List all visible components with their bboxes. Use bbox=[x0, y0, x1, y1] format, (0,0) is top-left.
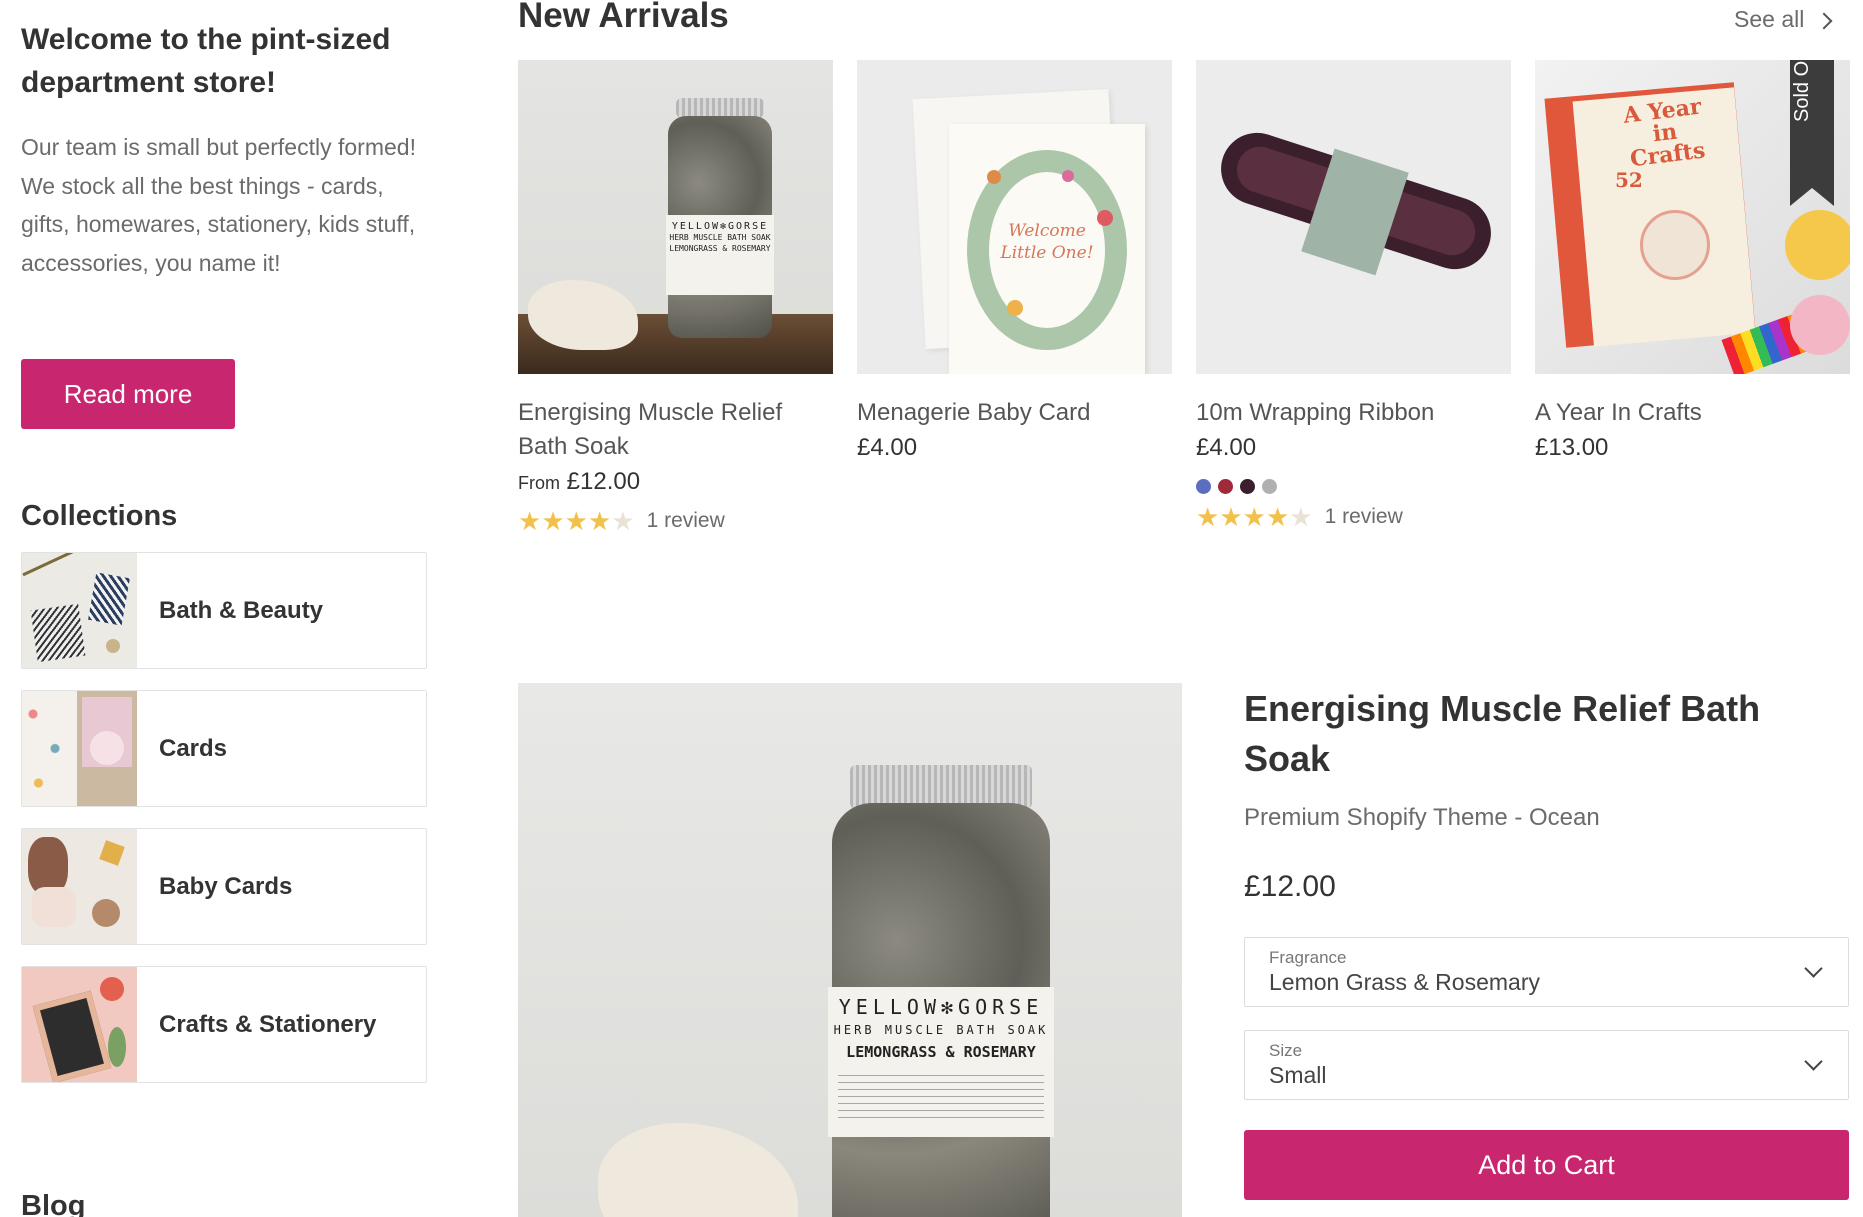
size-select[interactable]: Size Small bbox=[1244, 1030, 1849, 1100]
product-card[interactable]: YELLOW✻GORSE HERB MUSCLE BATH SOAK LEMON… bbox=[518, 60, 833, 534]
collection-label: Bath & Beauty bbox=[159, 596, 324, 624]
collection-crafts-stationery[interactable]: Crafts & Stationery bbox=[21, 966, 427, 1083]
card-script: Welcome Little One! bbox=[1000, 221, 1094, 263]
new-arrivals-heading: New Arrivals bbox=[518, 0, 729, 35]
color-swatch[interactable] bbox=[1196, 479, 1211, 494]
see-all-link[interactable]: See all bbox=[1734, 6, 1833, 33]
star-filled-icon: ★ bbox=[1265, 502, 1290, 532]
product-price: £4.00 bbox=[857, 434, 918, 461]
price-prefix: From bbox=[518, 473, 560, 493]
product-price: £4.00 bbox=[1196, 434, 1257, 461]
jar-label-line: HERB MUSCLE BATH SOAK bbox=[669, 233, 771, 242]
collection-bath-beauty[interactable]: Bath & Beauty bbox=[21, 552, 427, 669]
chevron-down-icon bbox=[1804, 959, 1823, 978]
product-name[interactable]: Energising Muscle Relief Bath Soak bbox=[518, 396, 833, 464]
collection-baby-cards[interactable]: Baby Cards bbox=[21, 828, 427, 945]
star-filled-icon: ★ bbox=[541, 506, 565, 536]
product-name[interactable]: A Year In Crafts bbox=[1535, 396, 1850, 430]
intro-text: Our team is small but perfectly formed! … bbox=[21, 134, 416, 276]
chevron-right-icon bbox=[1815, 12, 1833, 30]
product-card[interactable]: 10m Wrapping Ribbon £4.00 ★ ★ ★ ★ ★ 1 review bbox=[1196, 60, 1511, 530]
welcome-heading: Welcome to the pint-sized department sto… bbox=[21, 23, 391, 99]
product-card[interactable]: Welcome Little One! Menagerie Baby Card … bbox=[857, 60, 1172, 465]
star-empty-icon: ★ bbox=[611, 506, 635, 536]
book-number: 52 bbox=[1615, 168, 1643, 192]
review-count[interactable]: 1 review bbox=[1325, 505, 1403, 529]
star-filled-icon: ★ bbox=[587, 506, 612, 536]
collection-thumbnail bbox=[22, 829, 137, 944]
product-vendor[interactable]: Premium Shopify Theme - Ocean bbox=[1244, 804, 1600, 832]
product-name[interactable]: Menagerie Baby Card bbox=[857, 396, 1172, 430]
product-title: Energising Muscle Relief Bath Soak bbox=[1244, 688, 1761, 779]
star-empty-icon: ★ bbox=[1289, 502, 1313, 532]
sold-out-label: Sold Out bbox=[1791, 60, 1813, 122]
product-card[interactable]: A Year in Crafts 52 Sold Out A Year In C… bbox=[1535, 60, 1850, 465]
sold-out-badge: Sold Out bbox=[1790, 60, 1834, 206]
product-name[interactable]: 10m Wrapping Ribbon bbox=[1196, 396, 1511, 430]
star-filled-icon: ★ bbox=[1196, 502, 1220, 532]
color-swatch[interactable] bbox=[1262, 479, 1277, 494]
collections-heading: Collections bbox=[21, 500, 178, 532]
star-filled-icon: ★ bbox=[1219, 502, 1243, 532]
collection-thumbnail bbox=[22, 691, 137, 806]
featured-product-image[interactable]: YELLOW✻GORSE HERB MUSCLE BATH SOAK LEMON… bbox=[518, 683, 1182, 1217]
size-value: Small bbox=[1269, 1062, 1327, 1088]
collection-label: Baby Cards bbox=[159, 872, 293, 900]
collection-label: Cards bbox=[159, 734, 228, 762]
rating: ★ ★ ★ ★ ★ 1 review bbox=[1196, 504, 1511, 530]
product-image[interactable]: Welcome Little One! bbox=[857, 60, 1172, 374]
jar-label-line: HERB MUSCLE BATH SOAK bbox=[833, 1023, 1049, 1037]
product-image[interactable] bbox=[1196, 60, 1511, 374]
product-price: £13.00 bbox=[1535, 434, 1609, 461]
product-image[interactable]: YELLOW✻GORSE HERB MUSCLE BATH SOAK LEMON… bbox=[518, 60, 833, 374]
review-count[interactable]: 1 review bbox=[647, 509, 725, 533]
collection-cards[interactable]: Cards bbox=[21, 690, 427, 807]
collection-thumbnail bbox=[22, 553, 137, 668]
fragrance-value: Lemon Grass & Rosemary bbox=[1269, 969, 1540, 995]
product-price: £12.00 bbox=[1244, 870, 1336, 903]
blog-heading: Blog bbox=[21, 1190, 86, 1217]
fragrance-select[interactable]: Fragrance Lemon Grass & Rosemary bbox=[1244, 937, 1849, 1007]
star-filled-icon: ★ bbox=[564, 506, 588, 536]
size-label: Size bbox=[1269, 1041, 1303, 1060]
rating: ★ ★ ★ ★ ★ 1 review bbox=[518, 508, 833, 534]
star-filled-icon: ★ bbox=[518, 506, 542, 536]
chevron-down-icon bbox=[1804, 1052, 1823, 1071]
collection-thumbnail bbox=[22, 967, 137, 1082]
jar-label-scent: LEMONGRASS & ROSEMARY bbox=[846, 1043, 1036, 1061]
add-to-cart-button[interactable]: Add to Cart bbox=[1244, 1130, 1849, 1200]
collection-label: Crafts & Stationery bbox=[159, 1010, 377, 1038]
fragrance-label: Fragrance bbox=[1269, 948, 1347, 967]
color-swatch[interactable] bbox=[1240, 479, 1255, 494]
jar-label-brand: YELLOW✻GORSE bbox=[671, 221, 769, 232]
product-price: From £12.00 bbox=[518, 465, 833, 500]
read-more-button[interactable]: Read more bbox=[21, 359, 235, 429]
price-value: £12.00 bbox=[566, 468, 641, 495]
jar-label-scent: LEMONGRASS & ROSEMARY bbox=[669, 244, 771, 253]
color-swatch[interactable] bbox=[1218, 479, 1233, 494]
product-image[interactable]: A Year in Crafts 52 Sold Out bbox=[1535, 60, 1850, 374]
book-title: A Year in Crafts bbox=[1621, 93, 1707, 173]
star-filled-icon: ★ bbox=[1242, 502, 1266, 532]
jar-label-brand: YELLOW✻GORSE bbox=[838, 995, 1044, 1019]
color-swatches bbox=[1196, 479, 1511, 494]
see-all-label: See all bbox=[1734, 6, 1805, 32]
